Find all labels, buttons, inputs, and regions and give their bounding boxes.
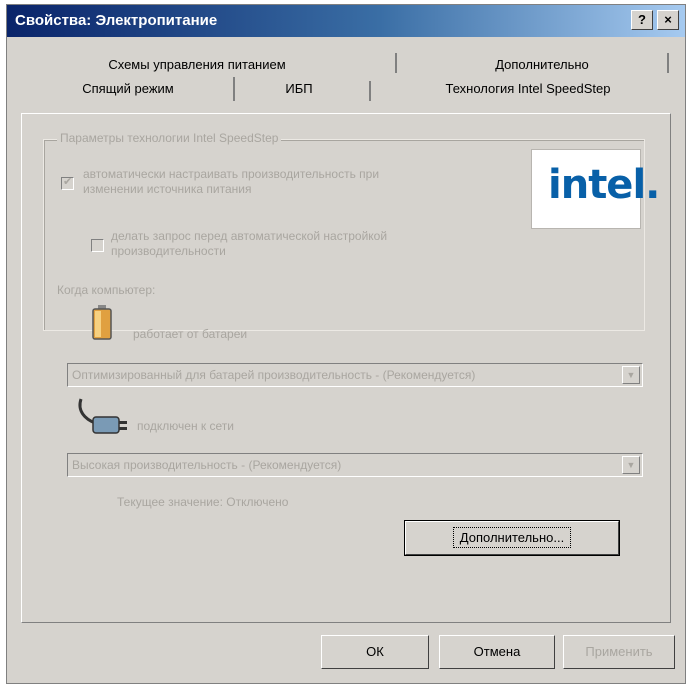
battery-icon: [92, 305, 112, 340]
power-plug-icon: [78, 398, 127, 434]
current-state-text: Текущее значение: Отключено: [117, 495, 289, 509]
checkmark-icon: ✔: [63, 176, 73, 188]
chevron-down-icon[interactable]: ▼: [622, 366, 640, 384]
ask-before-label: делать запрос перед автоматической настр…: [111, 229, 388, 258]
chevron-down-icon[interactable]: ▼: [622, 456, 640, 474]
title-bar[interactable]: Свойства: Электропитание ? ×: [7, 5, 685, 37]
intel-logo: intel.: [531, 149, 660, 229]
tab-power-schemes[interactable]: Схемы управления питанием: [37, 53, 357, 77]
when-computer-label: Когда компьютер:: [57, 283, 156, 297]
advanced-settings-button[interactable]: Дополнительно...: [404, 520, 620, 556]
window-title: Свойства: Электропитание: [15, 12, 218, 29]
close-button[interactable]: ×: [657, 10, 679, 30]
tab-advanced[interactable]: Дополнительно: [427, 53, 657, 77]
tab-divider: [369, 81, 371, 101]
tab-divider: [233, 77, 235, 101]
ac-label: подключен к сети: [137, 419, 234, 433]
tab-divider: [395, 53, 397, 73]
ok-button[interactable]: ОК: [321, 635, 429, 669]
auto-adjust-label: автоматически настраивать производительн…: [83, 167, 380, 196]
tab-intel-speedstep[interactable]: Технология Intel SpeedStep: [403, 77, 653, 101]
battery-policy-value: Оптимизированный для батарей производите…: [72, 368, 476, 382]
ask-before-checkbox[interactable]: [91, 239, 104, 252]
tab-divider: [667, 53, 669, 73]
group-title: Параметры технологии Intel SpeedStep: [57, 131, 282, 145]
auto-adjust-checkbox[interactable]: ✔: [61, 176, 74, 190]
cancel-button[interactable]: Отмена: [439, 635, 555, 669]
ac-policy-value: Высокая производительность - (Рекомендуе…: [72, 458, 342, 472]
tab-hibernate[interactable]: Спящий режим: [33, 77, 223, 101]
ac-policy-select[interactable]: Высокая производительность - (Рекомендуе…: [67, 453, 643, 477]
intel-logo-text: intel.: [548, 162, 660, 208]
tab-ups[interactable]: ИБП: [239, 77, 359, 101]
help-button[interactable]: ?: [631, 10, 653, 30]
battery-label: работает от батареи: [133, 327, 248, 341]
advanced-settings-button-label: Дополнительно...: [452, 527, 572, 548]
apply-button[interactable]: Применить: [563, 635, 675, 669]
power-properties-dialog: Свойства: Электропитание ? × Схемы управ…: [6, 4, 686, 684]
battery-policy-select[interactable]: Оптимизированный для батарей производите…: [67, 363, 643, 387]
